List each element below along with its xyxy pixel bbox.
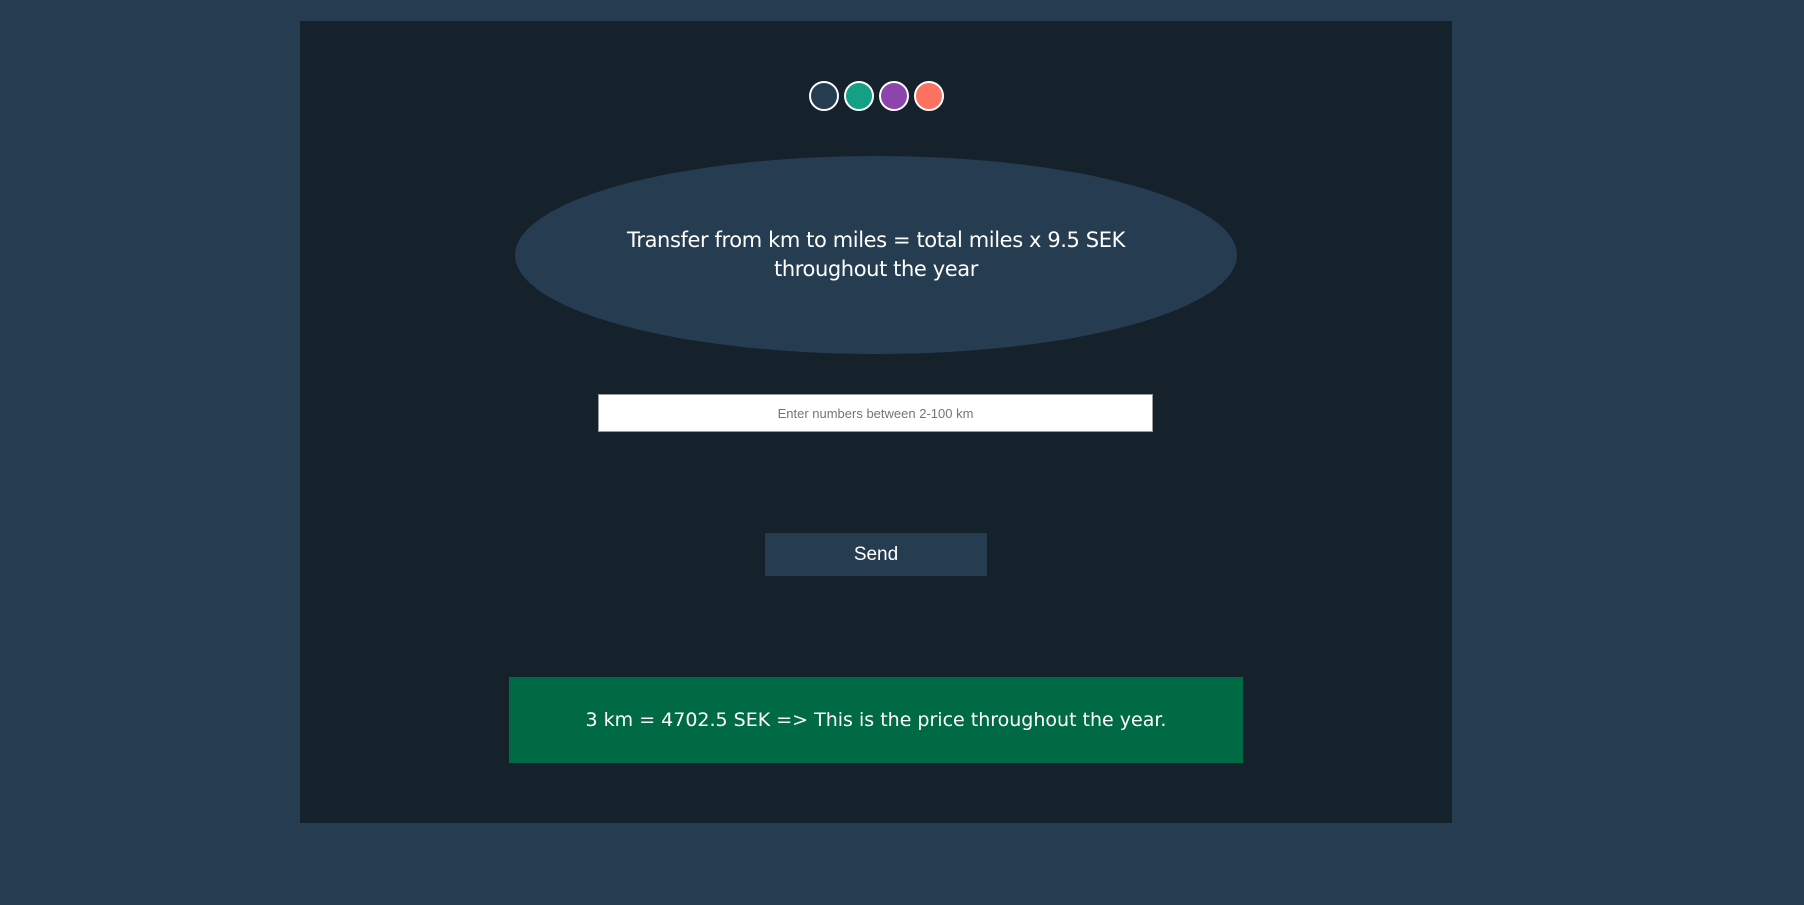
theme-swatches: [809, 81, 944, 113]
theme-swatch-purple[interactable]: [879, 81, 909, 111]
info-text: Transfer from km to miles = total miles …: [627, 228, 1125, 281]
km-input[interactable]: [598, 394, 1153, 432]
main-panel: Transfer from km to miles = total miles …: [300, 21, 1452, 823]
result-text: 3 km = 4702.5 SEK => This is the price t…: [585, 709, 1167, 731]
theme-swatch-coral[interactable]: [914, 81, 944, 111]
theme-swatch-teal[interactable]: [844, 81, 874, 111]
result-message: 3 km = 4702.5 SEK => This is the price t…: [509, 677, 1243, 763]
theme-swatch-navy[interactable]: [809, 81, 839, 111]
send-button[interactable]: Send: [765, 533, 987, 576]
info-ellipse: Transfer from km to miles = total miles …: [515, 156, 1237, 354]
